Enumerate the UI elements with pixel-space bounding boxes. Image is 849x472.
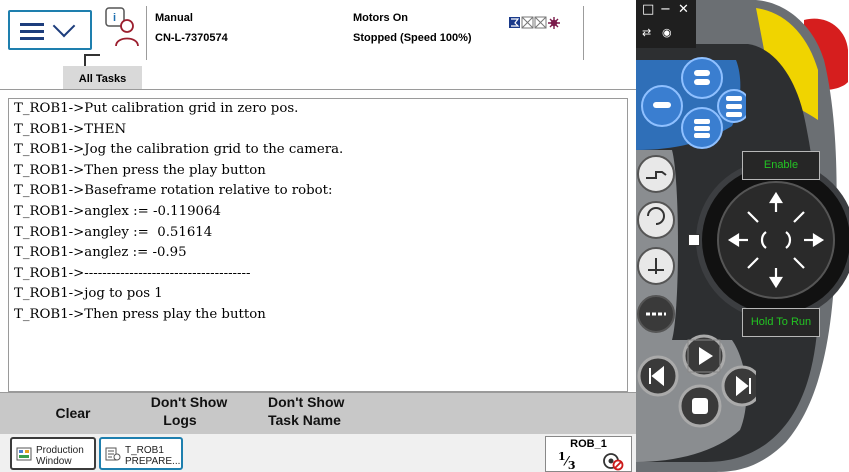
rob-fraction: 1⁄3 <box>558 450 576 472</box>
status-flags-icon <box>509 16 560 29</box>
key-4 <box>717 89 746 123</box>
flexpendant-screen: i Manual CN-L-7370574 Motors On Stopped … <box>0 0 636 472</box>
taskbar: Production Window T_ROB1 PREPARE... <box>0 434 636 472</box>
task-log-window[interactable]: T_ROB1->Put calibration grid in zero pos… <box>8 98 628 392</box>
pendant-hardware-panel: □ − ✕ ⇄ ◉ Enable Hold To Run <box>636 0 849 472</box>
svg-text:i: i <box>113 12 116 24</box>
log-line: T_ROB1->Jog the calibration grid to the … <box>14 142 344 158</box>
close-icon[interactable]: ✕ <box>678 2 689 17</box>
log-line: T_ROB1->jog to pos 1 <box>14 286 163 302</box>
step-back-icon <box>637 355 679 397</box>
tab-connector <box>84 54 100 66</box>
rob-title: ROB_1 <box>570 438 607 450</box>
quickset-rob-status[interactable]: ROB_1 1⁄3 <box>545 436 632 472</box>
run-state: Stopped (Speed 100%) <box>353 32 472 44</box>
step-forward-icon <box>721 365 756 407</box>
fraction-den: 3 <box>567 458 576 472</box>
stop-icon <box>678 384 722 428</box>
restore-icon[interactable]: □ <box>642 2 654 17</box>
window-controls: □ − ✕ ⇄ ◉ <box>636 0 696 48</box>
dont-show-logs-line1: Don't Show <box>150 394 228 410</box>
enable-button[interactable]: Enable <box>742 151 820 180</box>
dont-show-task-line2: Task Name <box>268 412 341 428</box>
operating-mode: Manual <box>155 12 193 24</box>
operator-message-icon[interactable]: i <box>103 6 139 48</box>
dont-show-task-name-button[interactable]: Don't Show Task Name <box>262 393 366 434</box>
log-line: T_ROB1->--------------------------------… <box>14 265 251 281</box>
key-3 <box>681 107 723 149</box>
log-line: T_ROB1->anglex := -0.119064 <box>14 203 221 219</box>
production-window-button[interactable]: Production Window <box>10 437 96 470</box>
controller-status-panel[interactable]: Manual CN-L-7370574 Motors On Stopped (S… <box>146 6 584 60</box>
key-1 <box>681 57 723 99</box>
task-label-1: T_ROB1 <box>125 445 164 456</box>
task-t-rob1-button[interactable]: T_ROB1 PREPARE... <box>99 437 183 470</box>
fraction-num: 1 <box>558 450 566 463</box>
dont-show-logs-line2: Logs <box>163 412 197 428</box>
log-line: T_ROB1->Then press play the button <box>14 306 266 322</box>
swap-icon[interactable]: ⇄ <box>642 26 651 39</box>
log-line: T_ROB1->anglez := -0.95 <box>14 245 187 261</box>
tab-all-tasks[interactable]: All Tasks <box>63 66 142 90</box>
minimize-icon[interactable]: − <box>660 2 671 17</box>
command-bar: Clear Don't Show Logs Don't Show Task Na… <box>0 392 636 434</box>
chevron-down-icon <box>52 14 76 38</box>
main-menu-button[interactable] <box>8 10 92 50</box>
dont-show-logs-button[interactable]: Don't Show Logs <box>136 393 242 434</box>
log-line: T_ROB1->Baseframe rotation relative to r… <box>14 183 333 199</box>
task-icon <box>105 447 121 461</box>
log-line: T_ROB1->Then press the play button <box>14 162 266 178</box>
controller-name: CN-L-7370574 <box>155 32 228 44</box>
clear-button[interactable]: Clear <box>30 393 116 434</box>
production-label-2: Window <box>36 456 72 467</box>
log-line: T_ROB1->angley := 0.51614 <box>14 224 213 240</box>
programmable-keys <box>641 57 746 149</box>
menu-icon-bar <box>20 30 44 33</box>
run-buttons <box>637 334 756 428</box>
log-line: T_ROB1->THEN <box>14 121 127 137</box>
task-label-2: PREPARE... <box>125 456 181 467</box>
tab-divider <box>0 89 636 90</box>
production-label-1: Production <box>36 445 84 456</box>
usb-port-icon <box>688 234 700 246</box>
play-icon <box>682 334 726 378</box>
menu-icon <box>20 23 44 26</box>
key-2 <box>641 85 683 127</box>
menu-icon-bar <box>20 37 44 40</box>
joystick-arrows-icon[interactable] <box>726 190 826 290</box>
production-window-icon <box>16 447 32 461</box>
camera-icon[interactable]: ◉ <box>662 26 672 39</box>
dont-show-task-line1: Don't Show <box>268 394 345 410</box>
log-line: T_ROB1->Put calibration grid in zero pos… <box>14 101 299 116</box>
jog-mode-keys <box>637 155 675 333</box>
motors-state: Motors On <box>353 12 408 24</box>
increment-icon <box>603 453 624 471</box>
